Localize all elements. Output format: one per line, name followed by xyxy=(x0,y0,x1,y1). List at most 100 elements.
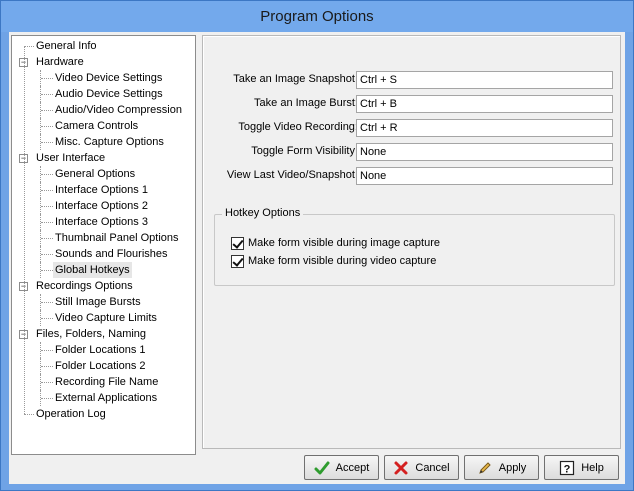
tree-connector xyxy=(41,94,53,95)
tree-item[interactable]: External Applications xyxy=(12,390,195,406)
video-recording-hotkey-label: Toggle Video Recording: xyxy=(238,121,358,133)
field-row-snapshot: Take an Image Snapshot: Ctrl + S xyxy=(203,71,622,89)
tree-item-label: Video Device Settings xyxy=(55,72,163,84)
help-icon: ? xyxy=(560,460,575,475)
tree-item[interactable]: Video Device Settings xyxy=(12,70,195,86)
cross-icon xyxy=(394,461,408,474)
tree-item-label: Interface Options 3 xyxy=(55,216,148,228)
accept-label: Accept xyxy=(335,461,370,474)
field-row-form-visibility: Toggle Form Visibility: None xyxy=(203,143,622,161)
tree-connector xyxy=(41,398,53,399)
tree-connector xyxy=(41,318,53,319)
tree-item-label: External Applications xyxy=(55,392,158,404)
tree-item[interactable]: General Options xyxy=(12,166,195,182)
view-last-hotkey-label: View Last Video/Snapshot: xyxy=(226,169,358,181)
help-label: Help xyxy=(581,461,604,474)
tree-item-label: Sounds and Flourishes xyxy=(55,248,168,260)
tree-item-label: Thumbnail Panel Options xyxy=(55,232,179,244)
tree-connector xyxy=(41,382,53,383)
tree-item-label: Audio/Video Compression xyxy=(55,104,182,116)
video-capture-visible-option[interactable]: Make form visible during video capture xyxy=(231,255,436,269)
tree-connector xyxy=(41,350,53,351)
program-options-window: Program Options General Info − Hardware Vid… xyxy=(0,0,634,491)
image-capture-visible-option[interactable]: Make form visible during image capture xyxy=(231,237,440,251)
tree-item-label: General Options xyxy=(55,168,136,180)
tree-connector xyxy=(24,414,34,415)
tree-item-label: User Interface xyxy=(36,152,106,164)
tree-item-label: Interface Options 2 xyxy=(55,200,148,212)
tree-category[interactable]: − Files, Folders, Naming xyxy=(12,326,195,342)
tree-connector xyxy=(41,142,53,143)
video-capture-visible-label: Make form visible during video capture xyxy=(248,255,437,267)
tree-item[interactable]: Folder Locations 1 xyxy=(12,342,195,358)
tree-item[interactable]: Global Hotkeys xyxy=(12,262,195,278)
tree-connector xyxy=(41,366,53,367)
hotkey-options-title: Hotkey Options xyxy=(222,207,304,219)
video-recording-hotkey-input[interactable]: Ctrl + R xyxy=(356,119,613,137)
tree-category[interactable]: − User Interface xyxy=(12,150,195,166)
checkmark-icon xyxy=(314,461,330,474)
tree-category[interactable]: − Hardware xyxy=(12,54,195,70)
tree-connector xyxy=(41,78,53,79)
tree-item[interactable]: Sounds and Flourishes xyxy=(12,246,195,262)
tree-connector xyxy=(24,46,25,414)
cancel-button[interactable]: Cancel xyxy=(384,455,459,480)
tree-item-label: Misc. Capture Options xyxy=(55,136,164,148)
tree-item-label: Still Image Bursts xyxy=(55,296,141,308)
tree-item-label: Interface Options 1 xyxy=(55,184,148,196)
tree-item-label: Camera Controls xyxy=(55,120,139,132)
tree-item-label: Folder Locations 1 xyxy=(55,344,146,356)
tree-item[interactable]: Still Image Bursts xyxy=(12,294,195,310)
tree-item-label: Operation Log xyxy=(36,408,106,420)
tree-item-label: Global Hotkeys xyxy=(53,262,132,278)
snapshot-hotkey-input[interactable]: Ctrl + S xyxy=(356,71,613,89)
tree-connector xyxy=(41,174,53,175)
pencil-icon xyxy=(478,461,491,474)
tree-connector xyxy=(41,126,53,127)
accept-button[interactable]: Accept xyxy=(304,455,379,480)
options-tree[interactable]: General Info − Hardware Video Device Settin… xyxy=(11,35,196,455)
hotkey-options-group: Hotkey Options Make form visible during … xyxy=(214,207,615,286)
tree-connector xyxy=(41,222,53,223)
tree-item[interactable]: Thumbnail Panel Options xyxy=(12,230,195,246)
tree-item-label: General Info xyxy=(36,40,97,52)
tree-item[interactable]: Folder Locations 2 xyxy=(12,358,195,374)
tree-item-label: Recording File Name xyxy=(55,376,159,388)
field-row-view-last: View Last Video/Snapshot: None xyxy=(203,167,622,185)
tree-item-label: Recordings Options xyxy=(36,280,133,292)
tree-item-label: Video Capture Limits xyxy=(55,312,157,324)
tree-item[interactable]: Recording File Name xyxy=(12,374,195,390)
tree-item[interactable]: Interface Options 3 xyxy=(12,214,195,230)
tree-category[interactable]: General Info xyxy=(12,38,195,54)
apply-button[interactable]: Apply xyxy=(464,455,539,480)
tree-item-label: Audio Device Settings xyxy=(55,88,163,100)
tree-connector xyxy=(41,206,53,207)
tree-connector xyxy=(24,46,34,47)
video-capture-visible-checkbox[interactable] xyxy=(231,255,244,268)
field-row-burst: Take an Image Burst: Ctrl + B xyxy=(203,95,622,113)
view-last-hotkey-input[interactable]: None xyxy=(356,167,613,185)
tree-item[interactable]: Audio/Video Compression xyxy=(12,102,195,118)
form-visibility-hotkey-label: Toggle Form Visibility: xyxy=(251,145,358,157)
tree-connector xyxy=(41,302,53,303)
tree-connector xyxy=(41,110,53,111)
svg-text:?: ? xyxy=(564,463,571,475)
tree-item[interactable]: Misc. Capture Options xyxy=(12,134,195,150)
tree-category[interactable]: Operation Log xyxy=(12,406,195,422)
cancel-label: Cancel xyxy=(415,461,450,474)
tree-connector xyxy=(41,190,53,191)
tree-item[interactable]: Interface Options 2 xyxy=(12,198,195,214)
tree-item[interactable]: Camera Controls xyxy=(12,118,195,134)
apply-label: Apply xyxy=(498,461,527,474)
form-visibility-hotkey-input[interactable]: None xyxy=(356,143,613,161)
tree-item[interactable]: Video Capture Limits xyxy=(12,310,195,326)
client-area: General Info − Hardware Video Device Settin… xyxy=(9,32,625,484)
burst-hotkey-input[interactable]: Ctrl + B xyxy=(356,95,613,113)
field-row-video-recording: Toggle Video Recording: Ctrl + R xyxy=(203,119,622,137)
tree-item[interactable]: Audio Device Settings xyxy=(12,86,195,102)
help-button[interactable]: ? Help xyxy=(544,455,619,480)
tree-item[interactable]: Interface Options 1 xyxy=(12,182,195,198)
tree-category[interactable]: − Recordings Options xyxy=(12,278,195,294)
tree-connector xyxy=(41,270,53,271)
image-capture-visible-checkbox[interactable] xyxy=(231,237,244,250)
